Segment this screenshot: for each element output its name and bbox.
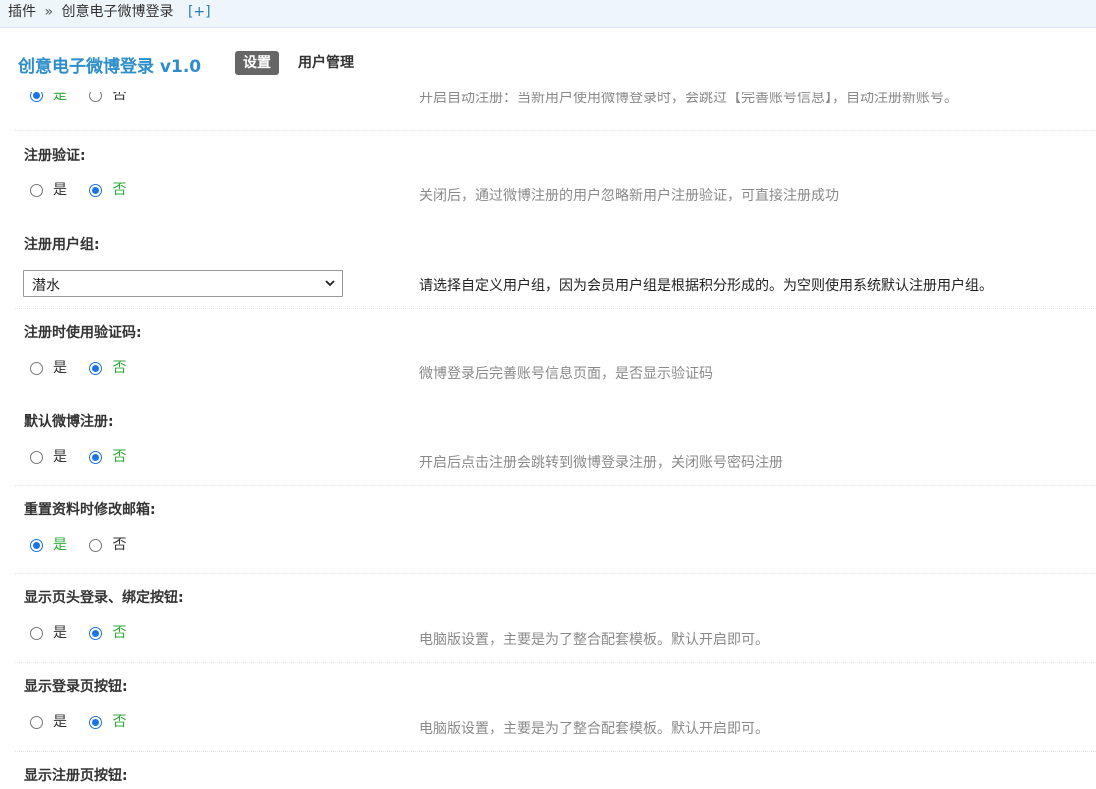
setting-reset-email: 重置资料时修改邮箱: 是 否 xyxy=(15,485,1096,574)
auto-register-no[interactable]: 否 xyxy=(89,92,126,104)
default-weibo-register-label: 默认微博注册: xyxy=(24,414,114,430)
register-captcha-desc: 微博登录后完善账号信息页面，是否显示验证码 xyxy=(419,366,713,382)
setting-default-weibo-register: 默认微博注册: 是 否 开启后点击注册会跳转到微博登录注册，关闭账号密码注册 xyxy=(15,397,1096,486)
register-verify-label: 注册验证: xyxy=(24,148,86,164)
reset-email-yes[interactable]: 是 xyxy=(30,536,67,554)
login-page-button-label: 显示登录页按钮: xyxy=(24,679,128,695)
register-captcha-options: 是 否 xyxy=(30,359,144,377)
default-weibo-register-no[interactable]: 否 xyxy=(89,448,126,466)
login-page-button-desc: 电脑版设置，主要是为了整合配套模板。默认开启即可。 xyxy=(419,721,769,737)
reset-email-options: 是 否 xyxy=(30,536,144,554)
breadcrumb-root[interactable]: 插件 xyxy=(8,4,36,20)
register-verify-no[interactable]: 否 xyxy=(89,181,126,199)
register-group-label: 注册用户组: xyxy=(24,237,100,253)
radio-unchecked-icon[interactable] xyxy=(89,92,103,102)
register-verify-desc: 关闭后，通过微博注册的用户忽略新用户注册验证，可直接注册成功 xyxy=(419,188,839,204)
setting-register-verify: 注册验证: 是 否 关闭后，通过微博注册的用户忽略新用户注册验证，可直接注册成功 xyxy=(15,132,1096,220)
register-page-button-label: 显示注册页按钮: xyxy=(24,768,128,784)
radio-unchecked-icon[interactable] xyxy=(30,715,43,729)
register-captcha-label: 注册时使用验证码: xyxy=(24,325,142,341)
radio-unchecked-icon[interactable] xyxy=(89,538,103,552)
setting-auto-register: 是 否 开启自动注册：当新用户使用微博登录时，会跳过【完善账号信息】，自动注册新… xyxy=(15,92,1096,132)
header-buttons-yes[interactable]: 是 xyxy=(30,624,67,642)
setting-register-group: 注册用户组: 潜水 请选择自定义用户组，因为会员用户组是根据积分形成的。为空则使… xyxy=(15,220,1096,309)
header-buttons-label: 显示页头登录、绑定按钮: xyxy=(24,590,184,606)
header-buttons-no[interactable]: 否 xyxy=(89,624,126,642)
default-weibo-register-desc: 开启后点击注册会跳转到微博登录注册，关闭账号密码注册 xyxy=(419,455,783,471)
chevron-down-icon xyxy=(325,280,335,287)
register-group-select[interactable]: 潜水 xyxy=(23,270,343,297)
header-buttons-options: 是 否 xyxy=(30,624,144,642)
auto-register-desc: 开启自动注册：当新用户使用微博登录时，会跳过【完善账号信息】，自动注册新账号。 xyxy=(419,92,958,106)
plugin-header: 创意电子微博登录 v1.0 设置 用户管理 xyxy=(0,29,1096,92)
breadcrumb-separator: » xyxy=(44,4,54,20)
divider xyxy=(15,130,1096,131)
reset-email-no[interactable]: 否 xyxy=(89,536,126,554)
register-verify-options: 是 否 xyxy=(30,181,144,199)
radio-unchecked-icon[interactable] xyxy=(30,361,43,375)
tab-settings[interactable]: 设置 xyxy=(235,51,279,75)
tab-user-management[interactable]: 用户管理 xyxy=(290,51,362,75)
login-page-button-options: 是 否 xyxy=(30,713,144,731)
reset-email-label: 重置资料时修改邮箱: xyxy=(24,502,156,518)
breadcrumb-current: 创意电子微博登录 xyxy=(61,4,174,20)
setting-login-page-button: 显示登录页按钮: 是 否 电脑版设置，主要是为了整合配套模板。默认开启即可。 xyxy=(15,663,1096,752)
radio-checked-icon[interactable] xyxy=(89,626,103,640)
breadcrumb: 插件 » 创意电子微博登录 [+] xyxy=(0,0,1096,28)
setting-register-captcha: 注册时使用验证码: 是 否 微博登录后完善账号信息页面，是否显示验证码 xyxy=(15,309,1096,397)
header-buttons-desc: 电脑版设置，主要是为了整合配套模板。默认开启即可。 xyxy=(419,632,769,648)
login-page-button-no[interactable]: 否 xyxy=(89,713,126,731)
register-group-desc: 请选择自定义用户组，因为会员用户组是根据积分形成的。为空则使用系统默认注册用户组… xyxy=(419,278,993,294)
plugin-title: 创意电子微博登录 v1.0 xyxy=(18,57,202,77)
radio-checked-icon[interactable] xyxy=(30,538,43,552)
radio-unchecked-icon[interactable] xyxy=(30,626,43,640)
radio-unchecked-icon[interactable] xyxy=(30,450,43,464)
settings-form: 是 否 开启自动注册：当新用户使用微博登录时，会跳过【完善账号信息】，自动注册新… xyxy=(0,92,1096,789)
radio-checked-icon[interactable] xyxy=(89,715,103,729)
register-captcha-no[interactable]: 否 xyxy=(89,359,126,377)
radio-checked-icon[interactable] xyxy=(89,361,103,375)
register-captcha-yes[interactable]: 是 xyxy=(30,359,67,377)
default-weibo-register-yes[interactable]: 是 xyxy=(30,448,67,466)
auto-register-options: 是 否 xyxy=(30,92,144,104)
setting-header-buttons: 显示页头登录、绑定按钮: 是 否 电脑版设置，主要是为了整合配套模板。默认开启即… xyxy=(15,574,1096,663)
register-verify-yes[interactable]: 是 xyxy=(30,181,67,199)
radio-checked-icon[interactable] xyxy=(89,450,103,464)
setting-register-page-button: 显示注册页按钮: xyxy=(15,751,1096,789)
radio-unchecked-icon[interactable] xyxy=(30,183,43,197)
radio-checked-icon[interactable] xyxy=(30,92,43,102)
breadcrumb-add-link[interactable]: [+] xyxy=(188,4,211,20)
auto-register-yes[interactable]: 是 xyxy=(30,92,67,104)
login-page-button-yes[interactable]: 是 xyxy=(30,713,67,731)
default-weibo-register-options: 是 否 xyxy=(30,448,144,466)
register-group-value: 潜水 xyxy=(32,278,60,294)
radio-checked-icon[interactable] xyxy=(89,183,103,197)
